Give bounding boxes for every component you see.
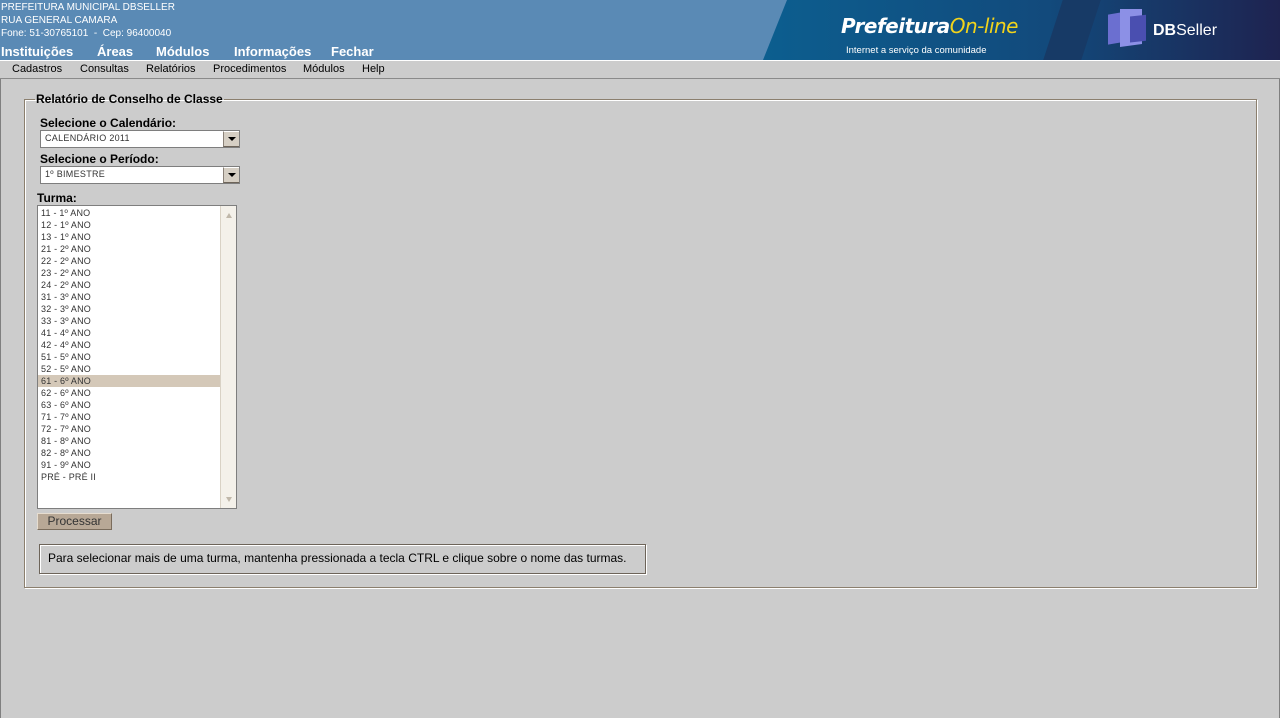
- process-button[interactable]: Processar: [37, 513, 112, 530]
- turma-option[interactable]: 32 - 3º ANO: [38, 303, 221, 315]
- turma-option[interactable]: 24 - 2º ANO: [38, 279, 221, 291]
- chevron-down-icon: [227, 137, 236, 141]
- nav-instituicoes[interactable]: Instituições: [1, 45, 97, 59]
- turma-option[interactable]: 71 - 7º ANO: [38, 411, 221, 423]
- organization-info: PREFEITURA MUNICIPAL DBSELLER RUA GENERA…: [1, 1, 175, 40]
- turma-option[interactable]: 82 - 8º ANO: [38, 447, 221, 459]
- period-select-value: 1º BIMESTRE: [45, 169, 106, 179]
- turma-option[interactable]: 72 - 7º ANO: [38, 423, 221, 435]
- turma-option[interactable]: 81 - 8º ANO: [38, 435, 221, 447]
- turma-option[interactable]: 11 - 1º ANO: [38, 207, 221, 219]
- form-legend: Relatório de Conselho de Classe: [36, 92, 223, 106]
- turma-option[interactable]: 42 - 4º ANO: [38, 339, 221, 351]
- turma-option[interactable]: 13 - 1º ANO: [38, 231, 221, 243]
- calendar-select[interactable]: CALENDÁRIO 2011: [40, 130, 240, 148]
- org-contact: Fone: 51-30765101 - Cep: 96400040: [1, 28, 172, 39]
- brand-main: Prefeitura: [841, 14, 950, 38]
- dbseller-logo-text: DBSeller: [1153, 22, 1217, 40]
- menu-help[interactable]: Help: [362, 61, 385, 78]
- calendar-dropdown-button[interactable]: [223, 131, 239, 147]
- chevron-down-icon: [227, 173, 236, 177]
- turma-option[interactable]: 31 - 3º ANO: [38, 291, 221, 303]
- menu-bar: Cadastros Consultas Relatórios Procedime…: [0, 60, 1280, 79]
- org-address: RUA GENERAL CAMARA: [1, 15, 118, 26]
- turma-option[interactable]: 52 - 5º ANO: [38, 363, 221, 375]
- scroll-up-button[interactable]: [221, 208, 236, 222]
- org-name: PREFEITURA MUNICIPAL DBSELLER: [1, 2, 175, 13]
- banner-tagline: Internet a serviço da comunidade: [846, 45, 987, 56]
- turma-listbox[interactable]: 11 - 1º ANO 12 - 1º ANO 13 - 1º ANO 21 - 2º…: [37, 205, 237, 509]
- hint-box: Para selecionar mais de uma turma, mante…: [39, 544, 646, 574]
- menu-consultas[interactable]: Consultas: [80, 61, 146, 78]
- turma-option[interactable]: 12 - 1º ANO: [38, 219, 221, 231]
- turma-label: Turma:: [37, 191, 77, 205]
- menu-cadastros[interactable]: Cadastros: [12, 61, 80, 78]
- logo-rest: Seller: [1176, 22, 1218, 39]
- turma-option[interactable]: 61 - 6º ANO: [38, 375, 221, 387]
- dbseller-logo-icon: [1108, 9, 1146, 48]
- menu-procedimentos[interactable]: Procedimentos: [213, 61, 303, 78]
- nav-informacoes[interactable]: Informações: [234, 45, 331, 59]
- period-dropdown-button[interactable]: [223, 167, 239, 183]
- scroll-down-button[interactable]: [221, 492, 236, 506]
- turma-option[interactable]: 51 - 5º ANO: [38, 351, 221, 363]
- period-select[interactable]: 1º BIMESTRE: [40, 166, 240, 184]
- banner-brand: PrefeituraOn-line: [841, 14, 1018, 38]
- arrow-down-icon: [225, 496, 232, 502]
- period-label: Selecione o Período:: [40, 152, 159, 166]
- top-nav: Instituições Áreas Módulos Informações F…: [1, 45, 374, 59]
- nav-modulos[interactable]: Módulos: [156, 45, 234, 59]
- nav-areas[interactable]: Áreas: [97, 45, 156, 59]
- calendar-label: Selecione o Calendário:: [40, 116, 177, 130]
- brand-accent: On-line: [949, 14, 1019, 38]
- menu-relatorios[interactable]: Relatórios: [146, 61, 213, 78]
- turma-option[interactable]: 63 - 6º ANO: [38, 399, 221, 411]
- main-content: Relatório de Conselho de Classe Selecion…: [0, 79, 1280, 718]
- menu-modulos[interactable]: Módulos: [303, 61, 362, 78]
- turma-option[interactable]: 22 - 2º ANO: [38, 255, 221, 267]
- banner: PrefeituraOn-line Internet a serviço da …: [763, 0, 1280, 60]
- logo-bold: DB: [1153, 22, 1177, 39]
- hint-text: Para selecionar mais de uma turma, mante…: [48, 551, 627, 565]
- turma-option[interactable]: 41 - 4º ANO: [38, 327, 221, 339]
- turma-option[interactable]: 21 - 2º ANO: [38, 243, 221, 255]
- turma-options: 11 - 1º ANO 12 - 1º ANO 13 - 1º ANO 21 - 2º…: [38, 207, 221, 483]
- nav-fechar[interactable]: Fechar: [331, 45, 374, 59]
- turma-option[interactable]: PRÉ - PRÉ II: [38, 471, 221, 483]
- turma-scrollbar[interactable]: [220, 206, 236, 508]
- turma-option[interactable]: 91 - 9º ANO: [38, 459, 221, 471]
- turma-option[interactable]: 62 - 6º ANO: [38, 387, 221, 399]
- turma-option[interactable]: 23 - 2º ANO: [38, 267, 221, 279]
- arrow-up-icon: [225, 212, 232, 218]
- calendar-select-value: CALENDÁRIO 2011: [45, 133, 130, 143]
- top-header: PREFEITURA MUNICIPAL DBSELLER RUA GENERA…: [0, 0, 1280, 60]
- turma-option[interactable]: 33 - 3º ANO: [38, 315, 221, 327]
